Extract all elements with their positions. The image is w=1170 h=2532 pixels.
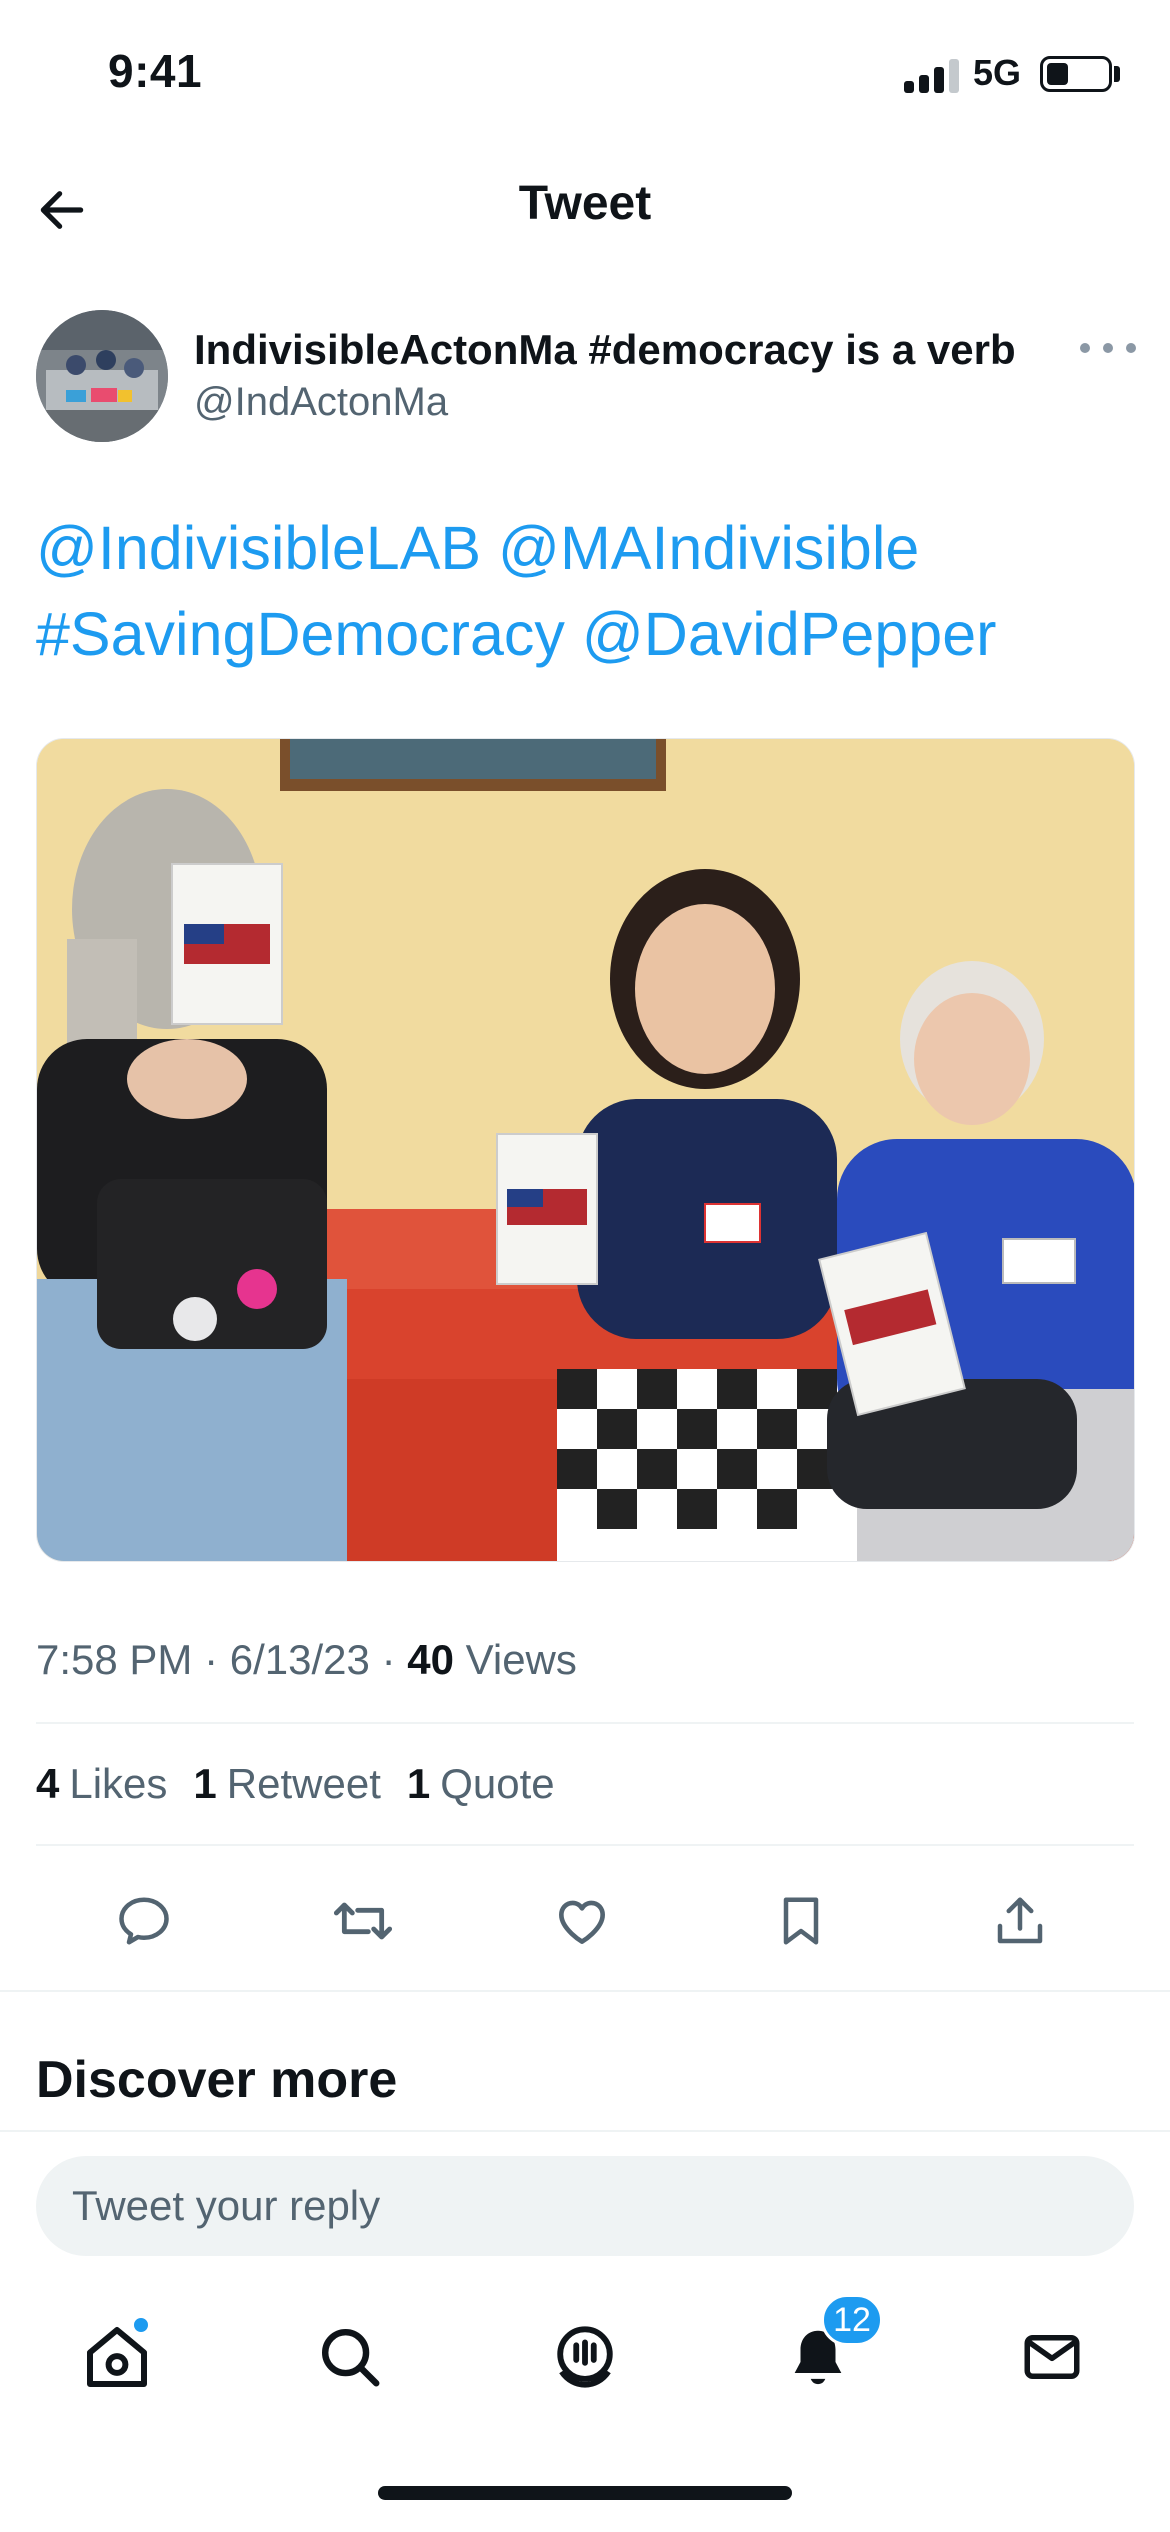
avatar-image [36, 310, 168, 442]
retweet-icon [333, 1902, 393, 1940]
status-time: 9:41 [108, 45, 203, 97]
author-display-name[interactable]: IndivisibleActonMa #democracy is a verb [194, 326, 1016, 374]
like-icon [559, 1900, 605, 1944]
more-options-button[interactable] [1080, 332, 1136, 364]
tweet-photo[interactable] [36, 738, 1135, 1562]
share-button[interactable] [975, 1876, 1065, 1966]
status-bar: 9:41 5G [0, 0, 1170, 150]
likes-label: Likes [69, 1760, 168, 1807]
more-dot [1103, 343, 1113, 353]
retweets-count: 1 [193, 1760, 217, 1807]
home-new-dot [132, 2316, 150, 2334]
tweet-meta: 7:58 PM · 6/13/23 · 40 Views [36, 1636, 577, 1684]
more-dot [1080, 343, 1090, 353]
views-label: Views [465, 1636, 577, 1683]
bookmark-icon [783, 1897, 819, 1945]
battery-nub [1114, 66, 1120, 82]
tab-home[interactable] [72, 2312, 162, 2402]
reply-divider [0, 2130, 1170, 2132]
home-indicator [378, 2486, 792, 2500]
spaces-icon [557, 2326, 613, 2388]
tweet-header: Tweet [0, 150, 1170, 265]
tweet-text: @IndivisibleLAB @MAIndivisible #SavingDe… [36, 505, 1136, 677]
tab-notifications[interactable]: 12 [773, 2294, 883, 2402]
tab-messages[interactable] [1007, 2312, 1097, 2402]
tweet-time: 7:58 PM [36, 1636, 193, 1683]
quotes-label: Quote [440, 1760, 555, 1807]
meta-separator: · [204, 1636, 230, 1683]
more-dot [1126, 343, 1136, 353]
bookmark-button[interactable] [756, 1876, 846, 1966]
messages-icon [1024, 2335, 1080, 2379]
reply-input[interactable] [36, 2156, 1134, 2256]
quotes-stat[interactable]: 1 Quote [407, 1760, 555, 1808]
page-title: Tweet [518, 177, 652, 230]
search-icon [322, 2329, 380, 2387]
views-count: 40 [407, 1636, 454, 1683]
tweet-date: 6/13/23 [229, 1636, 370, 1683]
divider [36, 1844, 1134, 1846]
divider [36, 1722, 1134, 1724]
share-icon [997, 1897, 1043, 1944]
tweet-action-bar [0, 1866, 1170, 1976]
tab-spaces[interactable] [540, 2312, 630, 2402]
mention-link[interactable]: @IndivisibleLAB [36, 514, 481, 582]
author-handle[interactable]: @IndActonMa [194, 380, 448, 425]
reply-button[interactable] [99, 1876, 189, 1966]
hashtag-link[interactable]: #SavingDemocracy [36, 600, 565, 668]
retweets-stat[interactable]: 1 Retweet [193, 1760, 380, 1808]
mention-link[interactable]: @DavidPepper [582, 600, 997, 668]
bottom-tab-bar: 12 [0, 2294, 1170, 2410]
tweet-stats: 4 Likes 1 Retweet 1 Quote [36, 1760, 555, 1808]
reply-icon [119, 1897, 169, 1945]
likes-stat[interactable]: 4 Likes [36, 1760, 167, 1808]
network-label: 5G [973, 52, 1022, 93]
mention-link[interactable]: @MAIndivisible [498, 514, 919, 582]
tab-search[interactable] [305, 2312, 395, 2402]
like-button[interactable] [537, 1876, 627, 1966]
quotes-count: 1 [406, 1760, 431, 1807]
notifications-badge: 12 [821, 2294, 883, 2346]
section-divider [0, 1990, 1170, 1992]
retweet-button[interactable] [318, 1876, 408, 1966]
discover-more-heading: Discover more [36, 2051, 398, 2109]
avatar[interactable] [36, 310, 168, 442]
retweets-label: Retweet [226, 1760, 381, 1807]
likes-count: 4 [36, 1760, 60, 1807]
battery-icon [1040, 56, 1112, 92]
signal-icon [904, 57, 960, 93]
photo-illustration [37, 739, 1134, 1561]
meta-separator: · [381, 1636, 408, 1683]
